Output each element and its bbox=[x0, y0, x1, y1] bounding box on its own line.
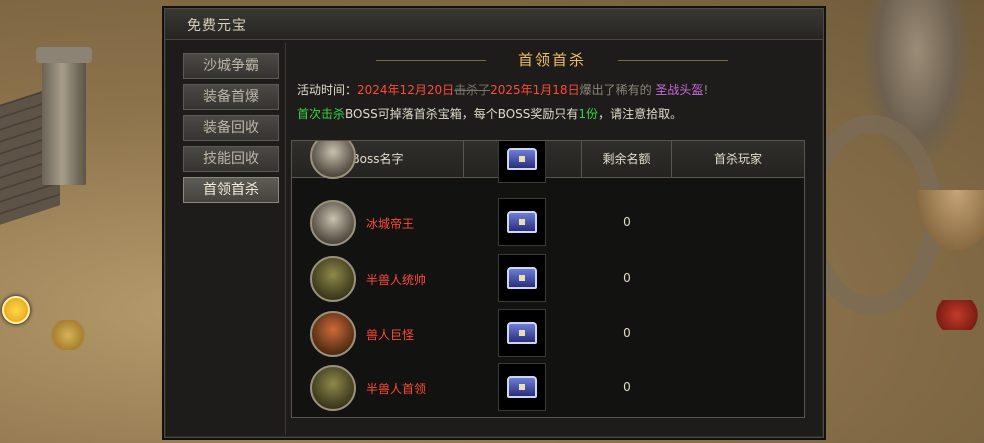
boss-table: Boss名字 首杀奖励 剩余名额 首杀玩家 冰城帝王 0 半兽人统帅 0 bbox=[291, 140, 805, 418]
rule-quantity: 1份 bbox=[578, 107, 599, 121]
table-row: 半兽人首领 0 bbox=[292, 361, 804, 415]
table-row: 兽人巨怪 0 bbox=[292, 307, 804, 361]
sidebar: 沙城争霸 装备首爆 装备回收 技能回收 首领首杀 bbox=[179, 47, 283, 431]
boss-name: 兽人巨怪 bbox=[366, 328, 415, 342]
rule-text-2: ，请注意拾取。 bbox=[598, 107, 683, 121]
title-bar: 免费元宝 bbox=[165, 9, 823, 40]
stone-pillar bbox=[36, 47, 92, 185]
footprint-icon[interactable] bbox=[2, 296, 30, 324]
table-row: 半兽人统帅 0 bbox=[292, 252, 804, 306]
remaining-count: 0 bbox=[623, 380, 631, 394]
first-kill-window: 免费元宝 沙城争霸 装备首爆 装备回收 技能回收 首领首杀 首领首杀 活动时间：… bbox=[164, 8, 824, 438]
boss-name: 半兽人首领 bbox=[366, 382, 427, 396]
tab-skill-recycle[interactable]: 技能回收 bbox=[183, 146, 279, 172]
market-umbrella bbox=[917, 190, 984, 250]
treasure-chest-icon[interactable] bbox=[498, 363, 546, 411]
treasure-chest-icon[interactable] bbox=[498, 198, 546, 246]
tab-sha-city[interactable]: 沙城争霸 bbox=[183, 53, 279, 79]
activity-suffix: ! bbox=[703, 83, 709, 97]
boss-portrait bbox=[310, 256, 356, 302]
section-heading: 首领首杀 bbox=[517, 51, 586, 69]
activity-end-date: 2025年1月18日 bbox=[490, 83, 580, 97]
background-scenery-left bbox=[0, 0, 170, 443]
activity-time-line: 活动时间：2024年12月20日击杀了2025年1月18日爆出了稀有的 圣战头盔… bbox=[297, 81, 708, 98]
treasure-chest-icon[interactable] bbox=[498, 309, 546, 357]
boss-portrait bbox=[310, 311, 356, 357]
table-row: 冰城帝王 0 bbox=[292, 196, 804, 250]
rare-item-name: 圣战头盔 bbox=[655, 83, 704, 97]
activity-start-date: 2024年12月20日 bbox=[357, 83, 455, 97]
rule-line: 首次击杀BOSS可掉落首杀宝箱，每个BOSS奖励只有1份，请注意拾取。 bbox=[297, 105, 682, 122]
window-title: 免费元宝 bbox=[187, 18, 247, 34]
activity-mid-text-2: 爆出了稀有的 bbox=[579, 83, 652, 97]
treasure-chest-icon[interactable] bbox=[498, 254, 546, 302]
content-panel: 首领首杀 活动时间：2024年12月20日击杀了2025年1月18日爆出了稀有的… bbox=[285, 43, 818, 435]
boss-portrait bbox=[310, 200, 356, 246]
remaining-count: 0 bbox=[623, 215, 631, 229]
fruit-stall bbox=[932, 300, 982, 330]
boss-name: 冰城帝王 bbox=[366, 217, 415, 231]
dry-bush bbox=[48, 320, 88, 350]
tab-equip-first-drop[interactable]: 装备首爆 bbox=[183, 84, 279, 110]
boss-portrait bbox=[310, 141, 356, 179]
activity-time-label: 活动时间： bbox=[297, 83, 358, 97]
tab-equip-recycle[interactable]: 装备回收 bbox=[183, 115, 279, 141]
table-row-partial bbox=[292, 141, 804, 187]
tab-boss-first-kill[interactable]: 首领首杀 bbox=[183, 177, 279, 203]
remaining-count: 0 bbox=[623, 326, 631, 340]
rule-text-1: BOSS可掉落首杀宝箱，每个BOSS奖励只有 bbox=[345, 107, 579, 121]
boss-name: 半兽人统帅 bbox=[366, 273, 427, 287]
heading-rule-right bbox=[618, 60, 728, 61]
background-scenery-right bbox=[802, 0, 984, 443]
rule-highlight: 首次击杀 bbox=[297, 107, 346, 121]
activity-mid-text: 击杀了 bbox=[454, 83, 491, 97]
remaining-count: 0 bbox=[623, 271, 631, 285]
boss-portrait bbox=[310, 365, 356, 411]
treasure-chest-icon[interactable] bbox=[498, 141, 546, 183]
